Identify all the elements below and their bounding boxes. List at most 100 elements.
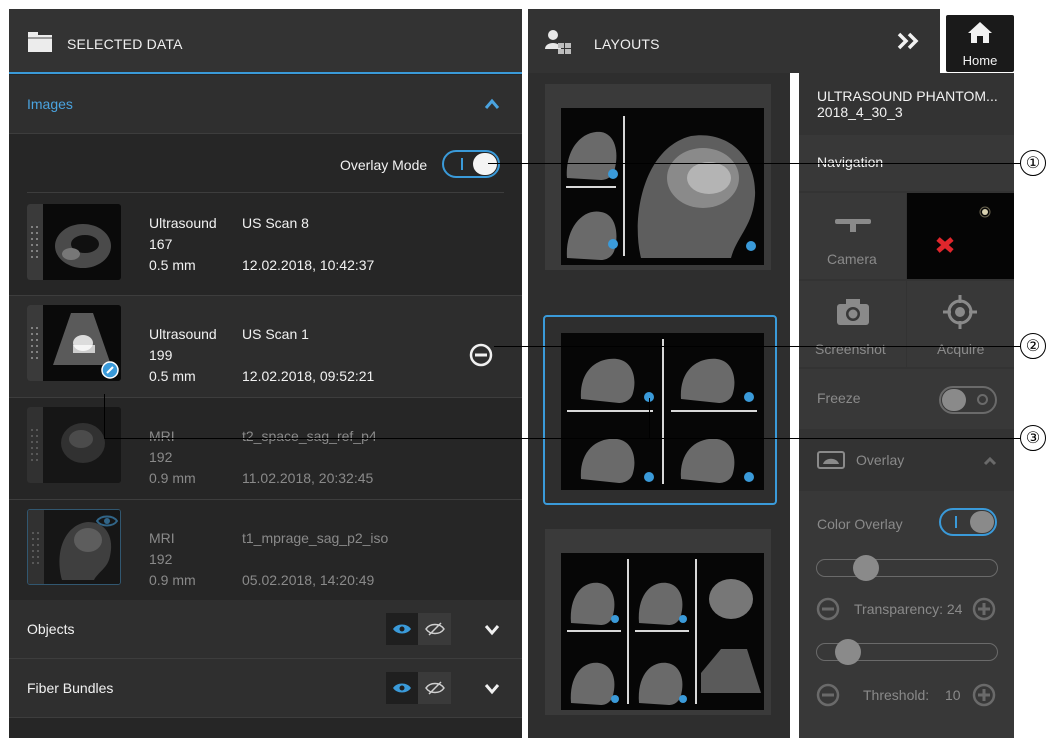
acquire-label: Acquire: [937, 341, 985, 357]
freeze-toggle[interactable]: [939, 386, 997, 414]
layout-preview-image: [561, 553, 764, 710]
marker-icon: [979, 205, 991, 223]
row-count: 192: [149, 551, 173, 567]
eye-icon[interactable]: [386, 613, 418, 645]
images-section-header[interactable]: Images: [9, 75, 522, 133]
crosshair-icon: [943, 295, 977, 334]
objects-section-header[interactable]: Objects: [9, 600, 522, 658]
remove-icon[interactable]: [469, 343, 493, 372]
slider-handle[interactable]: [853, 555, 879, 581]
objects-visibility-group: [386, 613, 451, 645]
minus-circle-icon[interactable]: [816, 597, 840, 626]
color-overlay-toggle[interactable]: [939, 508, 997, 536]
eye-icon[interactable]: [95, 514, 119, 533]
data-row[interactable]: Ultrasound 167 0.5 mm US Scan 8 12.02.20…: [9, 195, 522, 296]
row-count: 167: [149, 236, 173, 252]
objects-label: Objects: [27, 621, 75, 637]
tracking-link-icon[interactable]: [101, 361, 119, 381]
divider: [9, 717, 522, 718]
selected-data-title: SELECTED DATA: [67, 36, 183, 52]
chevron-up-icon[interactable]: [983, 453, 997, 471]
double-chevron-right-icon[interactable]: [896, 31, 922, 56]
tracking-lost-icon: [935, 237, 955, 258]
header-underline: [9, 72, 522, 74]
layouts-panel: LAYOUTS: [528, 9, 940, 738]
row-thumbnail[interactable]: [27, 204, 121, 280]
divider: [9, 133, 522, 134]
freeze-label: Freeze: [817, 390, 861, 406]
minus-circle-icon[interactable]: [816, 683, 840, 712]
callout-line: [104, 394, 105, 438]
layout-option-2x3[interactable]: [545, 529, 771, 715]
data-row[interactable]: Ultrasound 199 0.5 mm US Scan 1 12.02.20…: [9, 296, 522, 397]
layout-option-1x2[interactable]: [545, 84, 771, 270]
row-thumbnail[interactable]: [27, 407, 121, 483]
chevron-down-icon[interactable]: [484, 682, 500, 698]
camera-button[interactable]: Camera: [799, 193, 906, 279]
row-thickness: 0.9 mm: [149, 470, 196, 486]
slider-handle[interactable]: [835, 639, 861, 665]
callout-line: [649, 398, 650, 438]
screenshot-label: Screenshot: [815, 341, 886, 357]
layout-preview-image: [561, 108, 764, 265]
fiber-visibility-group: [386, 672, 451, 704]
fiber-bundles-label: Fiber Bundles: [27, 680, 114, 696]
home-button[interactable]: Home: [946, 15, 1014, 72]
row-count: 192: [149, 449, 173, 465]
home-label: Home: [962, 53, 998, 68]
threshold-value: 10: [945, 687, 961, 703]
selected-data-panel: SELECTED DATA Images Overlay Mode Ultras…: [9, 9, 522, 738]
transparency-slider[interactable]: [816, 555, 998, 581]
overlay-section-header[interactable]: Overlay: [799, 431, 1014, 489]
chevron-up-icon[interactable]: [484, 97, 500, 113]
chevron-down-icon[interactable]: [484, 623, 500, 639]
navigation-label: Navigation: [817, 154, 884, 170]
row-modality: Ultrasound: [149, 215, 217, 231]
data-row[interactable]: MRI 192 0.9 mm t2_space_sag_ref_p4 11.02…: [9, 398, 522, 499]
overlay-label: Overlay: [856, 452, 905, 468]
callout-line: [494, 346, 1020, 347]
overlay-settings: Color Overlay Transparency: 24 Threshold…: [799, 491, 1014, 738]
row-name: t2_space_sag_ref_p4: [242, 428, 377, 444]
images-section-label: Images: [27, 96, 73, 112]
row-name: US Scan 8: [242, 215, 309, 231]
row-date: 05.02.2018, 14:20:49: [242, 572, 375, 588]
drag-handle-icon[interactable]: [27, 305, 43, 381]
layout-option-2x2[interactable]: [543, 315, 777, 505]
layouts-title: LAYOUTS: [594, 36, 660, 52]
ultrasound-thumbnail-image: [43, 204, 121, 280]
row-date: 12.02.2018, 10:42:37: [242, 257, 375, 273]
acquire-button[interactable]: Acquire: [907, 281, 1014, 367]
callout-line: [104, 438, 1020, 439]
row-thumbnail[interactable]: [27, 509, 121, 585]
screenshot-button[interactable]: Screenshot: [799, 281, 906, 367]
folder-icon: [28, 32, 52, 57]
overlay-icon: [817, 451, 845, 474]
row-thickness: 0.5 mm: [149, 257, 196, 273]
threshold-label: Threshold:: [863, 687, 930, 703]
overlay-mode-toggle[interactable]: [442, 150, 500, 178]
eye-off-icon[interactable]: [419, 672, 451, 704]
row-thickness: 0.5 mm: [149, 368, 196, 384]
callout-3: ③: [1020, 425, 1046, 451]
eye-off-icon[interactable]: [419, 613, 451, 645]
drag-handle-icon[interactable]: [27, 204, 43, 280]
drag-handle-icon[interactable]: [28, 510, 44, 584]
data-row[interactable]: MRI 192 0.9 mm t1_mprage_sag_p2_iso 05.0…: [9, 500, 522, 601]
layout-preview-image: [561, 333, 764, 490]
row-thumbnail[interactable]: [27, 305, 121, 381]
plus-circle-icon[interactable]: [972, 597, 996, 626]
layouts-icon: [544, 29, 572, 60]
plus-circle-icon[interactable]: [972, 683, 996, 712]
fiber-bundles-section-header[interactable]: Fiber Bundles: [9, 659, 522, 717]
row-thickness: 0.9 mm: [149, 572, 196, 588]
eye-icon[interactable]: [386, 672, 418, 704]
drag-handle-icon[interactable]: [27, 407, 43, 483]
freeze-row: Freeze: [799, 369, 1014, 429]
camera-label: Camera: [827, 251, 877, 267]
patient-info: ULTRASOUND PHANTOM... 2018_4_30_3: [799, 73, 1014, 133]
threshold-slider[interactable]: [816, 639, 998, 665]
tracking-view: [907, 193, 1014, 279]
patient-name: ULTRASOUND PHANTOM...: [817, 88, 998, 104]
row-name: US Scan 1: [242, 326, 309, 342]
